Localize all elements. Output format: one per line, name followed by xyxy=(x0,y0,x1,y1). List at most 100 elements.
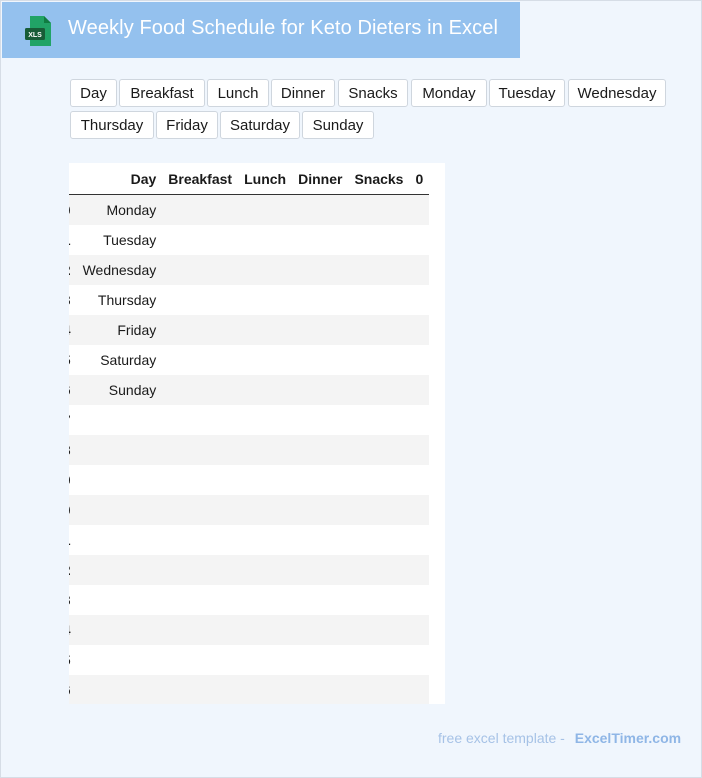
column-header-day[interactable]: Day xyxy=(76,163,163,195)
day-cell[interactable] xyxy=(76,405,163,435)
zero-cell[interactable] xyxy=(409,375,430,405)
day-cell[interactable] xyxy=(76,435,163,465)
dinner-cell[interactable] xyxy=(292,495,349,525)
dinner-cell[interactable] xyxy=(292,525,349,555)
snacks-cell[interactable] xyxy=(348,585,410,615)
breakfast-cell[interactable] xyxy=(162,465,239,495)
day-cell[interactable]: Wednesday xyxy=(76,255,163,285)
filter-chip-thursday[interactable]: Thursday xyxy=(70,111,154,139)
snacks-cell[interactable] xyxy=(348,285,410,315)
dinner-cell[interactable] xyxy=(292,675,349,704)
day-cell[interactable] xyxy=(76,465,163,495)
column-header-0[interactable]: 0 xyxy=(409,163,430,195)
lunch-cell[interactable] xyxy=(238,405,293,435)
snacks-cell[interactable] xyxy=(348,405,410,435)
breakfast-cell[interactable] xyxy=(162,525,239,555)
column-header-index[interactable] xyxy=(69,163,77,195)
dinner-cell[interactable] xyxy=(292,375,349,405)
breakfast-cell[interactable] xyxy=(162,285,239,315)
zero-cell[interactable] xyxy=(409,194,430,225)
snacks-cell[interactable] xyxy=(348,555,410,585)
day-cell[interactable] xyxy=(76,615,163,645)
filter-chip-dinner[interactable]: Dinner xyxy=(271,79,335,107)
snacks-cell[interactable] xyxy=(348,225,410,255)
lunch-cell[interactable] xyxy=(238,225,293,255)
breakfast-cell[interactable] xyxy=(162,435,239,465)
breakfast-cell[interactable] xyxy=(162,555,239,585)
filter-chip-lunch[interactable]: Lunch xyxy=(207,79,269,107)
day-cell[interactable]: Sunday xyxy=(76,375,163,405)
lunch-cell[interactable] xyxy=(238,315,293,345)
day-cell[interactable]: Thursday xyxy=(76,285,163,315)
lunch-cell[interactable] xyxy=(238,645,293,675)
column-header-snacks[interactable]: Snacks xyxy=(348,163,410,195)
lunch-cell[interactable] xyxy=(238,255,293,285)
day-cell[interactable] xyxy=(76,555,163,585)
zero-cell[interactable] xyxy=(409,435,430,465)
column-header-dinner[interactable]: Dinner xyxy=(292,163,349,195)
filter-chip-sunday[interactable]: Sunday xyxy=(302,111,374,139)
dinner-cell[interactable] xyxy=(292,225,349,255)
snacks-cell[interactable] xyxy=(348,465,410,495)
zero-cell[interactable] xyxy=(409,525,430,555)
snacks-cell[interactable] xyxy=(348,495,410,525)
column-header-breakfast[interactable]: Breakfast xyxy=(162,163,239,195)
day-cell[interactable]: Friday xyxy=(76,315,163,345)
zero-cell[interactable] xyxy=(409,495,430,525)
breakfast-cell[interactable] xyxy=(162,675,239,704)
snacks-cell[interactable] xyxy=(348,345,410,375)
zero-cell[interactable] xyxy=(409,315,430,345)
day-cell[interactable]: Saturday xyxy=(76,345,163,375)
zero-cell[interactable] xyxy=(409,225,430,255)
snacks-cell[interactable] xyxy=(348,615,410,645)
lunch-cell[interactable] xyxy=(238,585,293,615)
lunch-cell[interactable] xyxy=(238,375,293,405)
snacks-cell[interactable] xyxy=(348,315,410,345)
snacks-cell[interactable] xyxy=(348,675,410,704)
day-cell[interactable]: Tuesday xyxy=(76,225,163,255)
dinner-cell[interactable] xyxy=(292,465,349,495)
snacks-cell[interactable] xyxy=(348,194,410,225)
breakfast-cell[interactable] xyxy=(162,645,239,675)
day-cell[interactable]: Monday xyxy=(76,194,163,225)
dinner-cell[interactable] xyxy=(292,405,349,435)
snacks-cell[interactable] xyxy=(348,645,410,675)
zero-cell[interactable] xyxy=(409,465,430,495)
breakfast-cell[interactable] xyxy=(162,255,239,285)
breakfast-cell[interactable] xyxy=(162,615,239,645)
day-cell[interactable] xyxy=(76,645,163,675)
filter-chip-friday[interactable]: Friday xyxy=(156,111,218,139)
breakfast-cell[interactable] xyxy=(162,345,239,375)
lunch-cell[interactable] xyxy=(238,525,293,555)
dinner-cell[interactable] xyxy=(292,645,349,675)
lunch-cell[interactable] xyxy=(238,345,293,375)
breakfast-cell[interactable] xyxy=(162,225,239,255)
filter-chip-wednesday[interactable]: Wednesday xyxy=(568,79,666,107)
dinner-cell[interactable] xyxy=(292,285,349,315)
lunch-cell[interactable] xyxy=(238,495,293,525)
zero-cell[interactable] xyxy=(409,285,430,315)
dinner-cell[interactable] xyxy=(292,315,349,345)
day-cell[interactable] xyxy=(76,525,163,555)
breakfast-cell[interactable] xyxy=(162,315,239,345)
lunch-cell[interactable] xyxy=(238,615,293,645)
zero-cell[interactable] xyxy=(409,345,430,375)
zero-cell[interactable] xyxy=(409,585,430,615)
zero-cell[interactable] xyxy=(409,255,430,285)
column-header-lunch[interactable]: Lunch xyxy=(238,163,293,195)
zero-cell[interactable] xyxy=(409,615,430,645)
footer-brand-link[interactable]: ExcelTimer.com xyxy=(575,730,681,746)
dinner-cell[interactable] xyxy=(292,345,349,375)
lunch-cell[interactable] xyxy=(238,675,293,704)
lunch-cell[interactable] xyxy=(238,285,293,315)
day-cell[interactable] xyxy=(76,675,163,704)
breakfast-cell[interactable] xyxy=(162,194,239,225)
filter-chip-snacks[interactable]: Snacks xyxy=(338,79,408,107)
lunch-cell[interactable] xyxy=(238,435,293,465)
dinner-cell[interactable] xyxy=(292,255,349,285)
snacks-cell[interactable] xyxy=(348,255,410,285)
snacks-cell[interactable] xyxy=(348,525,410,555)
dinner-cell[interactable] xyxy=(292,585,349,615)
zero-cell[interactable] xyxy=(409,405,430,435)
breakfast-cell[interactable] xyxy=(162,375,239,405)
